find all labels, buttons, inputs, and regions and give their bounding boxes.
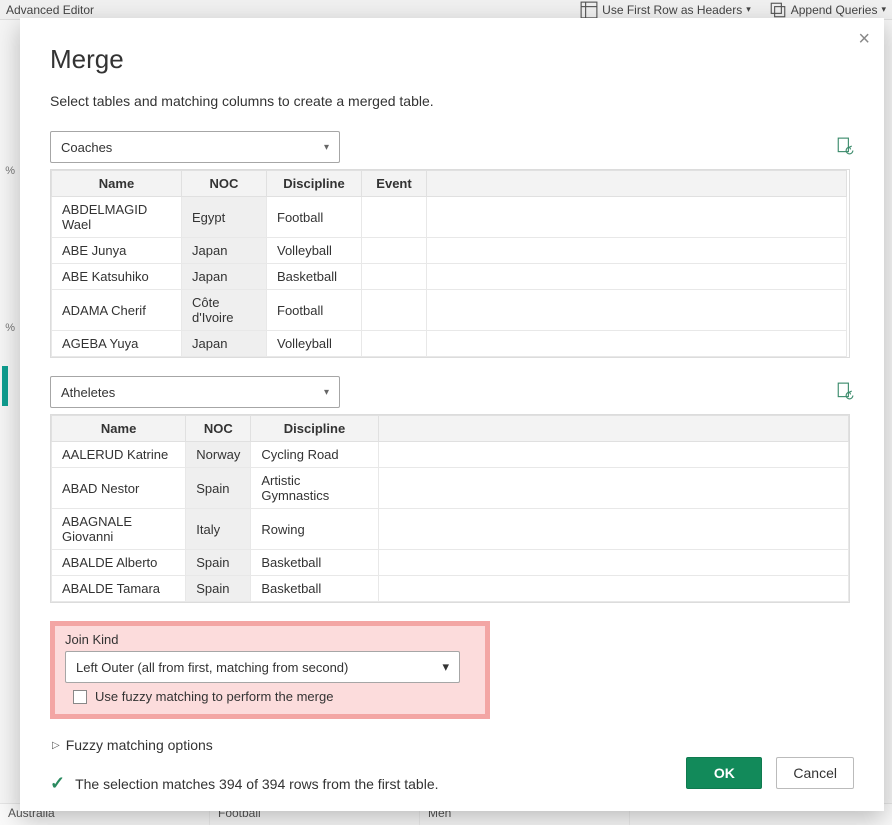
table1-dropdown-value: Coaches	[61, 140, 112, 155]
check-icon: ✓	[50, 773, 65, 794]
refresh-preview-icon[interactable]	[836, 137, 854, 158]
grid-icon	[580, 1, 598, 19]
table-row[interactable]: ABAD NestorSpainArtistic Gymnastics	[52, 468, 849, 509]
chevron-down-icon: ▾	[324, 142, 329, 153]
table-row[interactable]: AGEBA YuyaJapanVolleyball	[52, 331, 847, 357]
triangle-right-icon: ▷	[52, 740, 60, 751]
append-icon	[769, 1, 787, 19]
checkbox-icon[interactable]	[73, 690, 87, 704]
table-row[interactable]: ABALDE TamaraSpainBasketball	[52, 576, 849, 602]
dialog-title: Merge	[50, 44, 854, 75]
table1-header-event[interactable]: Event	[362, 171, 427, 197]
table-row[interactable]: ABDELMAGID WaelEgyptFootball	[52, 197, 847, 238]
chevron-down-icon: ▾	[881, 4, 886, 15]
ok-button[interactable]: OK	[686, 757, 762, 789]
chevron-down-icon: ▾	[324, 387, 329, 398]
selection-color-bar	[2, 366, 8, 406]
toolbar-append-queries[interactable]: Append Queries ▾	[769, 1, 886, 19]
table-row[interactable]: ABAGNALE GiovanniItalyRowing	[52, 509, 849, 550]
chevron-down-icon: ▾	[442, 659, 449, 675]
refresh-preview-icon[interactable]	[836, 382, 854, 403]
background-left-gutter: % %	[0, 20, 18, 803]
table1-dropdown[interactable]: Coaches ▾	[50, 131, 340, 163]
table2-header-discipline[interactable]: Discipline	[251, 416, 378, 442]
fuzzy-options-label: Fuzzy matching options	[66, 737, 213, 753]
join-kind-dropdown[interactable]: Left Outer (all from first, matching fro…	[65, 651, 460, 683]
table2-preview: Name NOC Discipline AALERUD KatrineNorwa…	[50, 414, 850, 603]
join-kind-value: Left Outer (all from first, matching fro…	[76, 660, 348, 675]
table2-header-noc[interactable]: NOC	[186, 416, 251, 442]
dialog-subtitle: Select tables and matching columns to cr…	[50, 93, 854, 109]
table-row[interactable]: ABALDE AlbertoSpainBasketball	[52, 550, 849, 576]
table-row[interactable]: AALERUD KatrineNorwayCycling Road	[52, 442, 849, 468]
table1-header-name[interactable]: Name	[52, 171, 182, 197]
table-row[interactable]: ADAMA CherifCôte d'IvoireFootball	[52, 290, 847, 331]
status-text: The selection matches 394 of 394 rows fr…	[75, 776, 438, 792]
table1-header-noc[interactable]: NOC	[182, 171, 267, 197]
fuzzy-matching-checkbox-row[interactable]: Use fuzzy matching to perform the merge	[65, 683, 475, 706]
chevron-down-icon: ▾	[746, 4, 751, 15]
cancel-button[interactable]: Cancel	[776, 757, 854, 789]
toolbar-use-first-row[interactable]: Use First Row as Headers ▾	[580, 1, 751, 19]
join-kind-highlight: Join Kind Left Outer (all from first, ma…	[50, 621, 490, 719]
table1-header-discipline[interactable]: Discipline	[267, 171, 362, 197]
table2-header-row: Name NOC Discipline	[52, 416, 849, 442]
table-row[interactable]: ABE KatsuhikoJapanBasketball	[52, 264, 847, 290]
table2-dropdown[interactable]: Atheletes ▾	[50, 376, 340, 408]
app-toolbar: Advanced Editor Use First Row as Headers…	[0, 0, 892, 20]
fuzzy-checkbox-label: Use fuzzy matching to perform the merge	[95, 689, 333, 704]
table2-dropdown-value: Atheletes	[61, 385, 115, 400]
table2-header-blank	[378, 416, 848, 442]
join-kind-label: Join Kind	[65, 632, 475, 647]
close-icon[interactable]: ×	[858, 28, 870, 51]
table1-header-row: Name NOC Discipline Event	[52, 171, 847, 197]
table2-header-name[interactable]: Name	[52, 416, 186, 442]
fuzzy-options-expander[interactable]: ▷ Fuzzy matching options	[52, 737, 854, 753]
toolbar-advanced-editor[interactable]: Advanced Editor	[6, 3, 94, 17]
table1-header-blank	[427, 171, 847, 197]
table-row[interactable]: ABE JunyaJapanVolleyball	[52, 238, 847, 264]
table1-preview: Name NOC Discipline Event ABDELMAGID Wae…	[50, 169, 850, 358]
merge-dialog: × Merge Select tables and matching colum…	[20, 18, 884, 811]
